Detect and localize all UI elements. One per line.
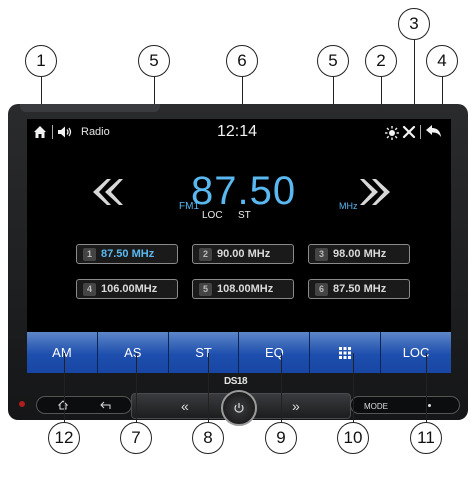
hardware-seek-forward-button[interactable]: » xyxy=(292,398,300,414)
callout-5-right: 5 xyxy=(317,45,349,77)
eq-button[interactable]: EQ xyxy=(239,332,311,373)
callout-3: 3 xyxy=(398,8,430,40)
hardware-back-icon[interactable] xyxy=(100,401,112,410)
preset-2[interactable]: 2 90.00 MHz xyxy=(192,244,294,264)
speaker-icon[interactable] xyxy=(57,125,73,139)
hardware-seek-back-button[interactable]: « xyxy=(181,398,189,414)
source-label: Radio xyxy=(81,126,110,138)
home-back-hardware-buttons xyxy=(36,396,132,414)
seek-forward-arrow-icon[interactable] xyxy=(358,177,398,207)
apps-button[interactable] xyxy=(310,332,382,373)
callout-9: 9 xyxy=(265,422,297,454)
callout-6: 6 xyxy=(226,45,258,77)
local-button[interactable]: LOC xyxy=(381,332,451,373)
power-icon xyxy=(234,403,244,413)
frequency-unit: MHz xyxy=(339,201,358,211)
auto-store-button[interactable]: AS xyxy=(97,332,169,373)
preset-6[interactable]: 6 87.50 MHz xyxy=(308,279,410,299)
callout-7: 7 xyxy=(120,422,152,454)
callout-8: 8 xyxy=(192,422,224,454)
callout-11: 11 xyxy=(410,422,442,454)
back-icon[interactable] xyxy=(425,124,443,139)
preset-3[interactable]: 3 98.00 MHz xyxy=(308,244,410,264)
callout-10: 10 xyxy=(337,422,369,454)
frequency-display: 87.50 xyxy=(191,169,297,213)
hardware-home-icon[interactable] xyxy=(58,400,68,410)
preset-1[interactable]: 1 87.50 MHz xyxy=(76,244,178,264)
stereo-button[interactable]: ST xyxy=(168,332,240,373)
apps-grid-icon xyxy=(339,346,352,359)
status-bar: Radio 12:14 xyxy=(27,119,451,145)
loc-flag: LOC xyxy=(202,210,223,221)
callout-2: 2 xyxy=(365,45,397,77)
am-button[interactable]: AM xyxy=(27,332,98,373)
callout-12: 12 xyxy=(48,422,80,454)
settings-icon[interactable] xyxy=(402,125,416,139)
clock: 12:14 xyxy=(217,123,258,140)
mode-label: MODE xyxy=(364,402,388,411)
callout-4: 4 xyxy=(426,45,458,77)
callout-5-left: 5 xyxy=(138,45,170,77)
brightness-icon[interactable] xyxy=(385,126,399,140)
touch-screen: Radio 12:14 FM1 87.50 MHz LOC ST 1 87.50… xyxy=(27,119,451,373)
preset-5[interactable]: 5 108.00MHz xyxy=(192,279,294,299)
bottom-menu: AM AS ST EQ LOC xyxy=(27,332,451,373)
home-icon[interactable] xyxy=(33,125,47,139)
preset-4[interactable]: 4 106.00MHz xyxy=(76,279,178,299)
power-led xyxy=(19,401,25,407)
brand-logo: DS18 xyxy=(224,376,248,387)
callout-1: 1 xyxy=(25,45,57,77)
seek-back-arrow-icon[interactable] xyxy=(85,177,125,207)
stereo-flag: ST xyxy=(238,210,251,221)
